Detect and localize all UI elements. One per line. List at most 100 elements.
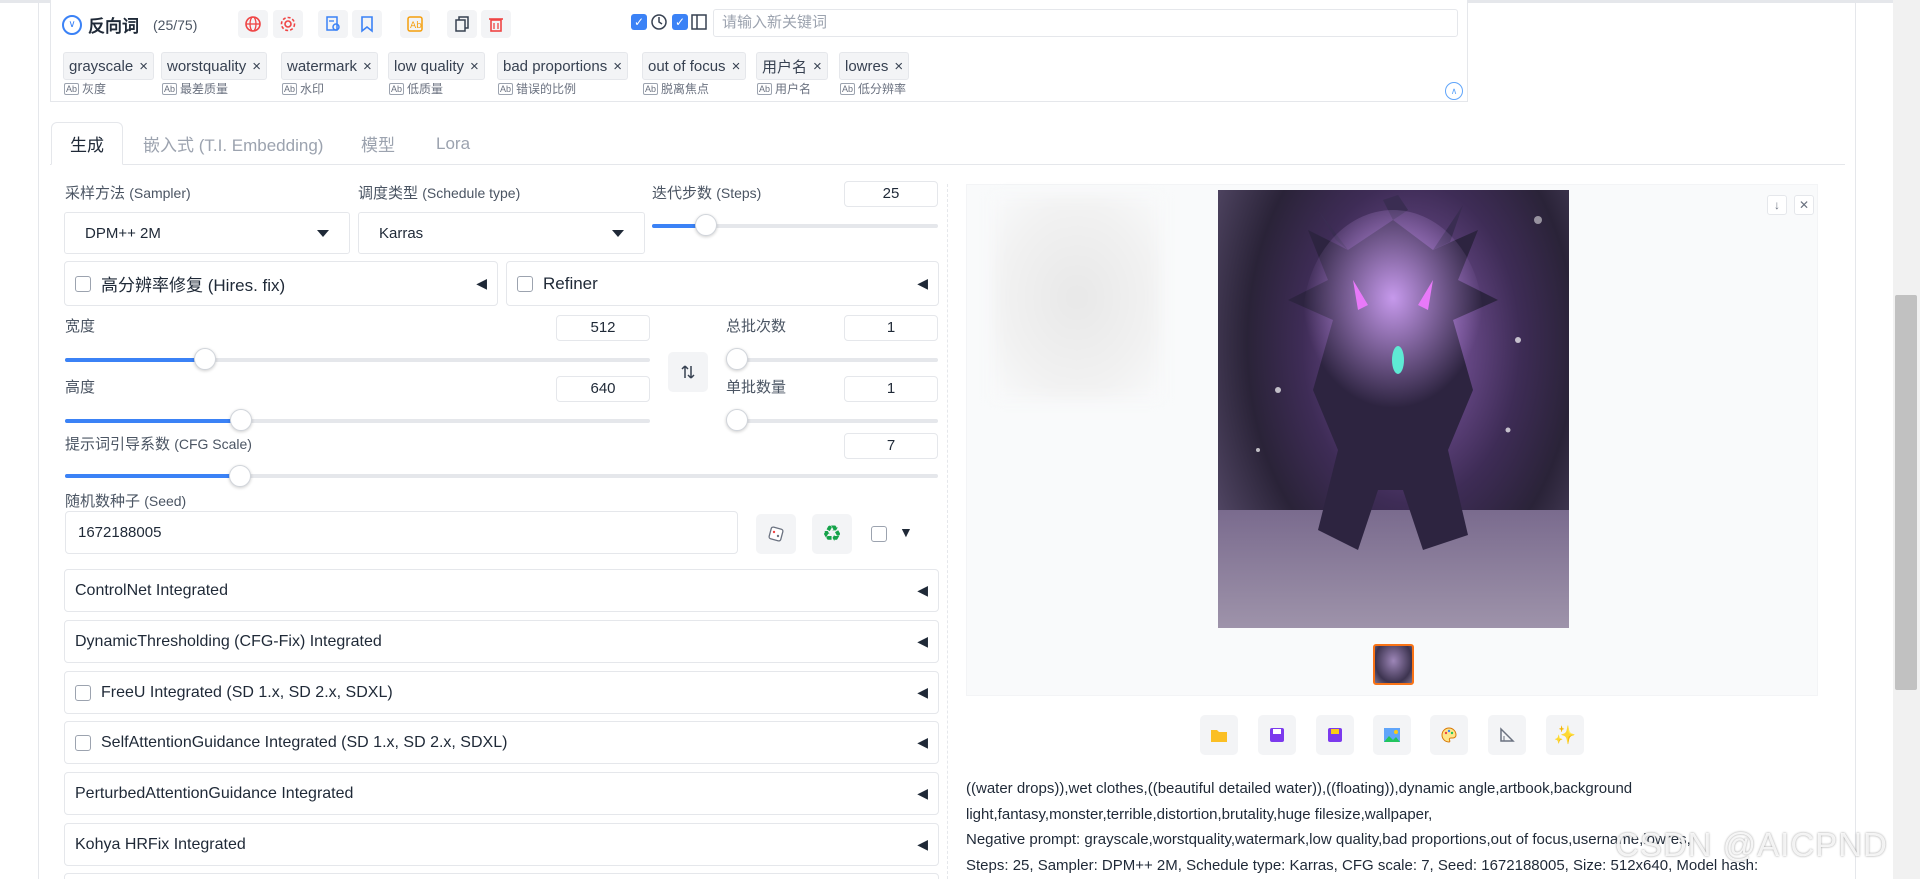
extra-seed-checkbox[interactable] — [871, 526, 887, 542]
cfg-input[interactable]: 7 — [844, 433, 938, 459]
seed-input[interactable]: 1672188005 — [65, 511, 738, 554]
collapse-triangle-icon[interactable]: ◀ — [476, 275, 487, 292]
tab-generate[interactable]: 生成 — [51, 122, 123, 165]
swap-dimensions-button[interactable] — [668, 352, 708, 392]
tag-label: grayscale — [69, 57, 134, 75]
cfg-slider[interactable] — [65, 474, 938, 478]
chevron-down-icon[interactable]: ∨ — [62, 14, 82, 35]
chevron-down-icon — [317, 229, 329, 237]
batch-count-input[interactable]: 1 — [844, 315, 938, 341]
chevron-up-icon[interactable]: ∧ — [1445, 82, 1463, 100]
width-slider-handle[interactable] — [194, 348, 217, 370]
accordion-controlnet[interactable]: ControlNet Integrated ◀ — [64, 569, 939, 612]
generated-image[interactable] — [1218, 190, 1569, 628]
accordion-freeu[interactable]: FreeU Integrated (SD 1.x, SD 2.x, SDXL) ◀ — [64, 671, 939, 714]
dice-icon[interactable] — [756, 514, 796, 554]
tag-lowres[interactable]: lowres × — [839, 52, 910, 80]
tag-grayscale[interactable]: grayscale × — [63, 52, 154, 80]
collapse-triangle-icon[interactable]: ◀ — [917, 275, 928, 292]
accordion-kohya-hrfix[interactable]: Kohya HRFix Integrated ◀ — [64, 823, 939, 866]
translate-icon: Ab — [162, 82, 178, 95]
close-icon[interactable]: × — [894, 58, 903, 75]
collapse-triangle-icon[interactable]: ◀ — [917, 785, 928, 802]
refiner-toggle[interactable]: Refiner ◀ — [506, 261, 939, 306]
palette-icon[interactable] — [1430, 715, 1468, 755]
close-icon[interactable]: × — [813, 58, 822, 75]
steps-slider-handle[interactable] — [695, 214, 718, 236]
tag-username[interactable]: 用户名 × — [756, 52, 828, 80]
download-icon[interactable]: ↓ — [1767, 195, 1787, 215]
batch-count-slider[interactable] — [736, 358, 938, 362]
copy-icon[interactable] — [447, 10, 477, 38]
close-icon[interactable]: × — [470, 58, 479, 75]
tag-label: 用户名 — [762, 58, 808, 76]
height-slider-handle[interactable] — [229, 409, 252, 431]
image-thumbnail[interactable] — [1373, 644, 1414, 685]
tag-label: lowres — [845, 57, 889, 75]
globe-icon[interactable] — [238, 10, 268, 38]
tag-watermark[interactable]: watermark × — [281, 52, 378, 80]
collapse-triangle-icon[interactable]: ◀ — [917, 836, 928, 853]
collapse-triangle-icon[interactable]: ◀ — [917, 684, 928, 701]
accordion-self-attention-guidance[interactable]: SelfAttentionGuidance Integrated (SD 1.x… — [64, 721, 939, 764]
steps-input[interactable]: 25 — [844, 181, 938, 207]
sparkle-icon[interactable]: ✨ — [1546, 715, 1584, 755]
close-icon[interactable]: × — [732, 58, 741, 75]
tag-worstquality[interactable]: worstquality × — [161, 52, 267, 80]
tab-model[interactable]: 模型 — [343, 122, 413, 165]
hires-fix-toggle[interactable]: 高分辨率修复 (Hires. fix) ◀ — [64, 261, 498, 306]
settings-icon[interactable] — [273, 10, 303, 38]
collapse-triangle-icon[interactable]: ◀ — [917, 633, 928, 650]
refiner-checkbox[interactable] — [517, 275, 533, 292]
batch-count-slider-handle[interactable] — [726, 348, 748, 370]
trash-icon[interactable] — [481, 10, 511, 38]
batch-size-slider-handle[interactable] — [726, 409, 748, 431]
close-icon[interactable]: ✕ — [1794, 195, 1814, 215]
negative-prompt-header[interactable]: ∨ 反向词 (25/75) — [62, 12, 197, 37]
tab-embedding[interactable]: 嵌入式 (T.I. Embedding) — [125, 122, 341, 165]
extra-seed-triangle-icon[interactable]: ▼ — [899, 524, 913, 540]
option-checkbox-1[interactable]: ✓ — [631, 14, 647, 30]
tag-bad-proportions[interactable]: bad proportions × — [497, 52, 629, 80]
tab-lora[interactable]: Lora — [418, 122, 488, 165]
tag-low-quality[interactable]: low quality × — [388, 52, 485, 80]
batch-size-input[interactable]: 1 — [844, 376, 938, 402]
ruler-icon[interactable] — [1488, 715, 1526, 755]
sag-checkbox[interactable] — [75, 734, 91, 751]
sampler-select[interactable]: DPM++ 2M — [64, 212, 350, 254]
translate-icon[interactable]: Ab — [400, 10, 430, 38]
cfg-slider-handle[interactable] — [228, 465, 251, 487]
recycle-icon[interactable]: ♻ — [812, 514, 852, 554]
keyword-input[interactable]: 请输入新关键词 — [713, 9, 1458, 37]
close-icon[interactable]: × — [139, 58, 148, 75]
close-icon[interactable]: × — [613, 58, 622, 75]
accordion-dynamic-thresholding[interactable]: DynamicThresholding (CFG-Fix) Integrated… — [64, 620, 939, 663]
save-icon[interactable] — [1258, 715, 1296, 755]
height-slider[interactable] — [65, 419, 650, 423]
batch-count-label: 总批次数 — [726, 318, 787, 335]
close-icon[interactable]: × — [252, 58, 261, 75]
width-input[interactable]: 512 — [556, 315, 650, 341]
schedule-select[interactable]: Karras — [358, 212, 645, 254]
accordion-perturbed-attention[interactable]: PerturbedAttentionGuidance Integrated ◀ — [64, 772, 939, 815]
img2img-icon[interactable] — [1373, 715, 1411, 755]
tag-out-of-focus[interactable]: out of focus × — [642, 52, 747, 80]
collapse-triangle-icon[interactable]: ◀ — [917, 582, 928, 599]
zip-icon[interactable] — [1316, 715, 1354, 755]
history-icon[interactable] — [650, 13, 668, 35]
freeu-checkbox[interactable] — [75, 684, 91, 701]
close-icon[interactable]: × — [363, 58, 372, 75]
watermark: CSDN @AICPND — [1615, 826, 1888, 863]
height-input[interactable]: 640 — [556, 376, 650, 402]
scrollbar-thumb[interactable] — [1895, 295, 1917, 690]
folder-icon[interactable] — [1200, 715, 1238, 755]
option-checkbox-2[interactable]: ✓ — [672, 14, 688, 30]
width-slider[interactable] — [65, 358, 650, 362]
steps-label: 迭代步数 (Steps) — [652, 185, 762, 202]
bookmark-icon[interactable] — [352, 10, 382, 38]
collapse-triangle-icon[interactable]: ◀ — [917, 734, 928, 751]
hires-fix-checkbox[interactable] — [75, 275, 91, 292]
panel-icon[interactable] — [690, 13, 708, 35]
batch-size-slider[interactable] — [736, 419, 938, 423]
doc-search-icon[interactable] — [318, 10, 348, 38]
